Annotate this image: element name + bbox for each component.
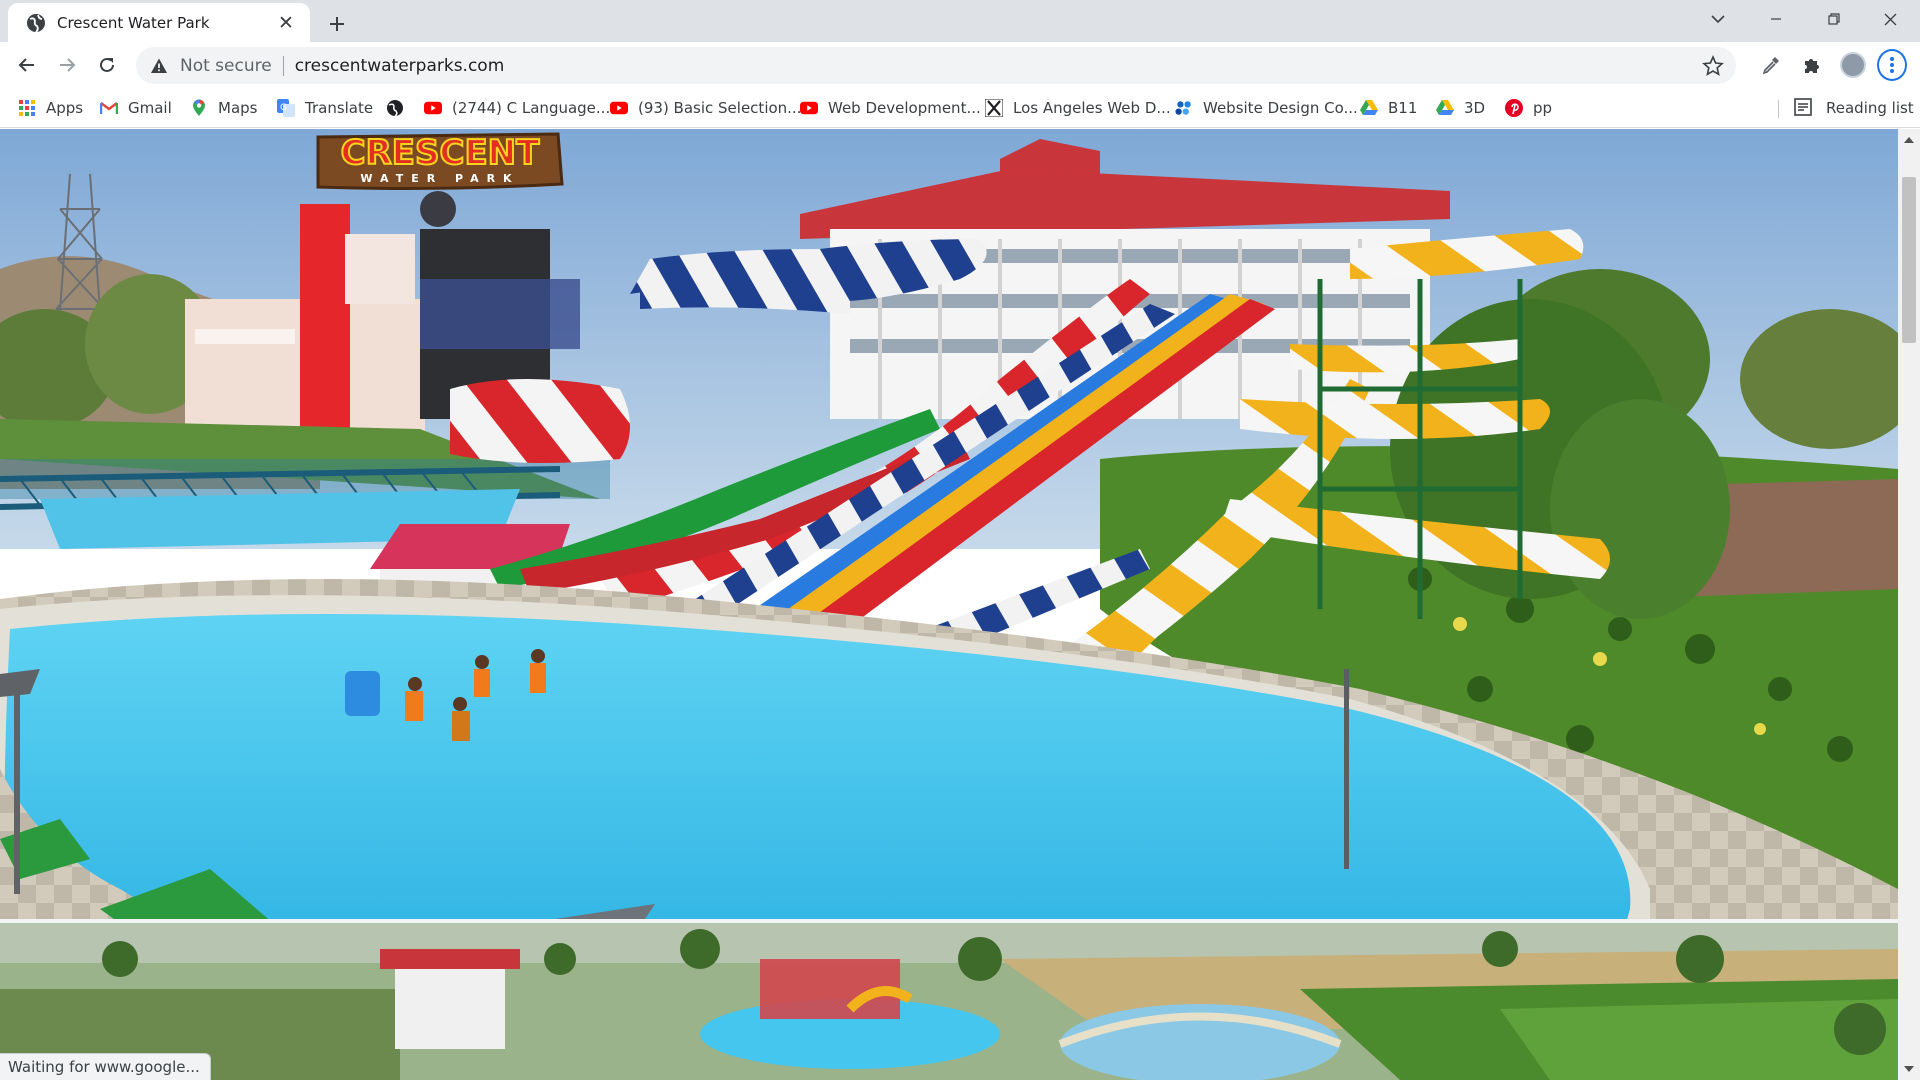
youtube-icon — [800, 99, 818, 117]
bookmark-website-design[interactable]: Website Design Co... — [1175, 96, 1358, 120]
forward-button[interactable] — [51, 49, 83, 81]
url-text[interactable]: crescentwaterparks.com — [295, 56, 505, 76]
crescent-logo[interactable]: CRESCENT WATER PARK — [316, 132, 564, 190]
vertical-scrollbar[interactable] — [1898, 129, 1920, 1080]
scroll-up-arrow-icon[interactable] — [1898, 131, 1920, 149]
x-icon — [985, 99, 1003, 117]
drive-icon — [1436, 99, 1454, 117]
arrow-left-icon — [18, 58, 34, 72]
reload-button[interactable] — [91, 49, 123, 81]
reading-list-button[interactable]: Reading list — [1794, 96, 1914, 120]
bookmark-basic-selection[interactable]: (93) Basic Selection... — [610, 96, 801, 120]
minimize-icon — [1771, 18, 1781, 20]
bookmark-label: (2744) C Language... — [452, 99, 611, 117]
address-bar[interactable]: Not secure crescentwaterparks.com — [136, 47, 1736, 84]
water-park-hero-image: CRESCENT WATER PARK — [0, 129, 1898, 1080]
drive-icon — [1360, 99, 1378, 117]
aerial-park-image — [0, 923, 1898, 1080]
bookmark-label: Web Development... — [828, 99, 981, 117]
reading-list-label: Reading list — [1826, 99, 1914, 117]
bookmark-label: Apps — [46, 99, 84, 117]
reload-icon — [100, 57, 114, 72]
back-button[interactable] — [11, 49, 43, 81]
tab-close-icon[interactable]: ✕ — [274, 11, 298, 35]
eyedropper-extension-icon[interactable] — [1756, 50, 1786, 80]
bookmark-label: B11 — [1388, 99, 1418, 117]
bookmark-label: Maps — [218, 99, 258, 117]
globe-icon — [386, 99, 404, 117]
bookmark-apps[interactable]: Apps — [18, 96, 83, 120]
svg-text:G: G — [280, 103, 287, 113]
warning-icon[interactable] — [150, 57, 168, 75]
tab-title: Crescent Water Park — [57, 13, 210, 32]
tab-search-button[interactable] — [1690, 0, 1746, 38]
profile-avatar[interactable] — [1838, 50, 1868, 80]
active-tab[interactable]: Crescent Water Park ✕ — [8, 3, 310, 42]
maps-pin-icon — [190, 99, 208, 117]
dots-icon — [1175, 99, 1193, 117]
avatar-icon — [1840, 52, 1866, 78]
gmail-icon — [100, 99, 118, 117]
bookmark-globe[interactable] — [386, 96, 414, 120]
bookmark-translate[interactable]: G Translate — [277, 96, 373, 120]
chevron-down-icon — [1711, 15, 1725, 24]
pinterest-icon — [1505, 99, 1523, 117]
bookmark-gmail[interactable]: Gmail — [100, 96, 172, 120]
bookmark-label: (93) Basic Selection... — [638, 99, 802, 117]
address-divider — [282, 55, 284, 76]
minimize-button[interactable] — [1748, 0, 1804, 38]
bookmark-web-development[interactable]: Web Development... — [800, 96, 981, 120]
globe-favicon-icon — [26, 13, 46, 33]
apps-grid-icon — [18, 99, 36, 117]
reading-list-icon — [1794, 98, 1814, 118]
new-tab-button[interactable] — [322, 9, 352, 39]
restore-icon — [1828, 13, 1840, 25]
security-label[interactable]: Not secure — [180, 56, 272, 76]
bookmark-label: Gmail — [128, 99, 172, 117]
bookmarks-bar: Apps Gmail Maps G Translate (2744) C Lan… — [0, 88, 1920, 128]
bookmark-label: Los Angeles Web D... — [1013, 99, 1171, 117]
bookmark-label: 3D — [1464, 99, 1486, 117]
arrow-right-icon — [60, 58, 76, 72]
translate-icon: G — [277, 99, 295, 117]
bookmark-pp[interactable]: pp — [1505, 96, 1552, 120]
youtube-icon — [610, 99, 628, 117]
bookmark-label: Website Design Co... — [1203, 99, 1358, 117]
bookmark-maps[interactable]: Maps — [190, 96, 257, 120]
bookmark-label: pp — [1533, 99, 1553, 117]
bookmark-los-angeles[interactable]: Los Angeles Web D... — [985, 96, 1171, 120]
bookmark-label: Translate — [305, 99, 374, 117]
browser-toolbar: Not secure crescentwaterparks.com — [0, 42, 1920, 88]
plus-icon — [330, 17, 344, 31]
bookmark-b11[interactable]: B11 — [1360, 96, 1417, 120]
status-bubble: Waiting for www.google... — [0, 1053, 211, 1080]
restore-button[interactable] — [1806, 0, 1862, 38]
bookmarks-divider — [1778, 100, 1779, 118]
page-viewport: CRESCENT WATER PARK — [0, 129, 1898, 1080]
window-close-button[interactable] — [1862, 0, 1918, 38]
bookmark-3d[interactable]: 3D — [1436, 96, 1485, 120]
kebab-menu-icon — [1877, 49, 1907, 81]
logo-wordmark: CRESCENT — [341, 133, 540, 173]
bookmark-c-language[interactable]: (2744) C Language... — [424, 96, 610, 120]
chrome-menu-button[interactable] — [1877, 49, 1907, 81]
close-icon — [1884, 13, 1896, 25]
logo-subtitle: WATER PARK — [360, 172, 519, 185]
extensions-puzzle-icon[interactable] — [1797, 50, 1827, 80]
tab-strip: Crescent Water Park ✕ — [0, 0, 1920, 42]
scrollbar-thumb[interactable] — [1902, 177, 1916, 343]
scroll-down-arrow-icon[interactable] — [1898, 1060, 1920, 1078]
bookmark-star-icon[interactable] — [1702, 55, 1724, 77]
youtube-icon — [424, 99, 442, 117]
